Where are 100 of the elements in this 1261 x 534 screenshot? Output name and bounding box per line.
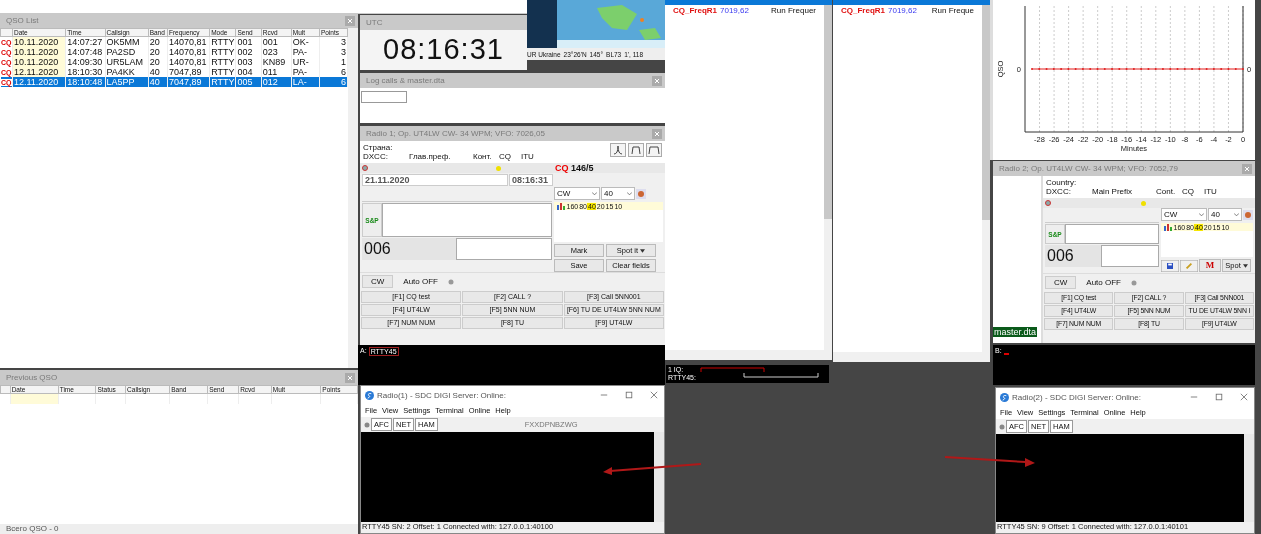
table-cell: UR5LAM: [105, 57, 149, 67]
scrollbar[interactable]: [347, 28, 358, 368]
window-title: Radio 2; Op. UT4LW CW- 34 WPM; VFO: 7052,79: [999, 164, 1179, 173]
close-icon[interactable]: [652, 128, 662, 139]
table-cell: 7047,89: [167, 77, 210, 87]
table-cell: 3: [319, 36, 348, 47]
table-cell: 002: [236, 47, 262, 57]
table-cell: RTTY: [209, 57, 236, 67]
country-label: Country:: [1046, 178, 1078, 187]
scrollbar[interactable]: [824, 5, 832, 350]
table-cell: 001: [236, 36, 262, 47]
scrollbar[interactable]: [833, 352, 990, 362]
m-button[interactable]: M: [1199, 259, 1221, 272]
status-dot-icon: [496, 165, 501, 171]
chevron-icon: [1199, 212, 1204, 217]
window-title: Radio(1) - SDC DIGI Server: Online:: [377, 390, 506, 400]
close-icon[interactable]: [650, 391, 658, 399]
band-select[interactable]: 40: [601, 187, 635, 200]
table-cell: UR-: [291, 57, 320, 67]
scrollbar[interactable]: [654, 432, 664, 522]
frequency-value: 7019,62: [888, 6, 917, 15]
callsign-field[interactable]: [382, 203, 552, 237]
exchange-field[interactable]: [1101, 245, 1159, 267]
table-cell: OK5MM: [105, 36, 149, 47]
info-label: Глав.преф.: [409, 152, 452, 161]
frequency-value: 7019,62: [720, 6, 749, 15]
info-label: Main Prefix: [1092, 187, 1133, 196]
window-title: Previous QSO: [6, 373, 59, 382]
table-cell: RTTY: [209, 36, 236, 47]
table-cell: 14070,81: [167, 57, 210, 67]
chevron-icon: [627, 191, 632, 196]
filter-button[interactable]: [646, 143, 662, 157]
table-cell: 3: [319, 47, 348, 57]
window-title: Radio 1; Op. UT4LW CW- 34 WPM; VFO: 7026,05: [366, 129, 546, 138]
cq-zone-text: CQ 146/5: [555, 163, 594, 173]
app-logo-icon: [1000, 392, 1009, 402]
caret-icon: [1242, 263, 1248, 268]
info-label: Cont.: [1156, 187, 1177, 196]
band-select[interactable]: 40: [1208, 208, 1242, 221]
table-cell: 20: [148, 57, 168, 67]
table-cell: 1: [319, 57, 348, 67]
filter-button[interactable]: [628, 143, 644, 157]
info-label: ITU: [521, 152, 535, 161]
utc-clock: 08:16:31: [382, 32, 505, 67]
bar-chart-icon: [1163, 223, 1173, 231]
caret-icon: [640, 248, 646, 253]
chevron-icon: [1234, 212, 1239, 217]
chevron-icon: [592, 191, 597, 196]
mode-select[interactable]: CW: [554, 187, 600, 200]
table-cell: LA5PP: [105, 77, 149, 87]
save-icon[interactable]: [1161, 259, 1179, 273]
minimize-icon[interactable]: [600, 391, 608, 399]
table-cell: 20: [148, 47, 168, 57]
exchange-field[interactable]: [456, 238, 552, 260]
call-input-field[interactable]: [361, 91, 407, 103]
date-field[interactable]: 21.11.2020: [362, 174, 508, 186]
callsign-field[interactable]: [1065, 224, 1159, 244]
table-cell: RTTY: [209, 47, 236, 57]
status-dot-icon: [1131, 279, 1137, 286]
table-cell: RTTY: [209, 77, 236, 87]
close-icon[interactable]: [652, 75, 662, 86]
key-mode-button[interactable]: CW: [362, 275, 394, 288]
info-label: CQ: [499, 152, 512, 161]
frequency-name: CQ_FreqR1: [841, 6, 885, 15]
table-cell: 40: [148, 77, 168, 87]
table-cell: 005: [236, 77, 262, 87]
scrollbar[interactable]: [982, 5, 990, 352]
frequency-name: CQ_FreqR1: [673, 6, 717, 15]
maximize-icon[interactable]: [625, 391, 633, 399]
close-icon[interactable]: [345, 372, 355, 383]
database-label: master.dta: [993, 327, 1038, 337]
table-cell: 012: [261, 77, 292, 87]
serial-number: 006: [1045, 245, 1101, 267]
info-label: ITU: [1204, 187, 1218, 196]
table-cell: PA-: [291, 47, 320, 57]
time-field[interactable]: 08:16:31: [509, 174, 553, 186]
minimize-icon[interactable]: [1190, 393, 1198, 401]
filter-button[interactable]: [610, 143, 626, 157]
window-title: Radio(2) - SDC DIGI Server: Online:: [1012, 392, 1141, 402]
frequency-note: Run Frequer: [771, 6, 816, 15]
serial-number: 006: [362, 238, 456, 260]
info-label: DXCC:: [363, 152, 389, 161]
info-label: CQ: [1182, 187, 1195, 196]
scrollbar[interactable]: [1244, 434, 1254, 522]
table-cell: OK-: [291, 36, 320, 47]
scrollbar[interactable]: [665, 350, 832, 360]
window-title: Log calls & master.dta: [366, 76, 446, 85]
mode-select[interactable]: CW: [1161, 208, 1207, 221]
close-icon[interactable]: [1242, 163, 1252, 174]
info-label: DXCC:: [1046, 187, 1072, 196]
table-cell: 023: [261, 47, 292, 57]
maximize-icon[interactable]: [1215, 393, 1223, 401]
close-icon[interactable]: [345, 15, 355, 26]
table-cell: 12.11.2020: [12, 77, 66, 87]
info-label: Конт.: [473, 152, 493, 161]
status-dot-icon: [448, 278, 454, 285]
table-cell: 20: [148, 36, 168, 47]
key-mode-button[interactable]: CW: [1045, 276, 1077, 289]
table-cell: 6: [319, 77, 348, 87]
close-icon[interactable]: [1240, 393, 1248, 401]
